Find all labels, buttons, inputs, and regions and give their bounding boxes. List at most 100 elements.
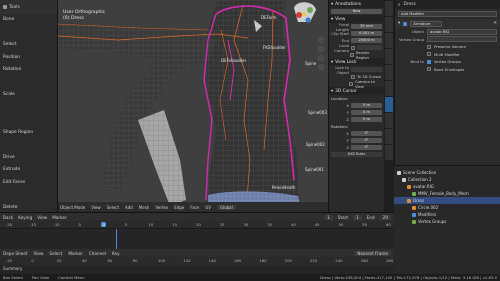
dopesheet-channel-menu[interactable]: Channel xyxy=(89,251,106,256)
vertex-groups-label: Vertex Groups xyxy=(434,59,461,65)
tool-item[interactable]: Extrude xyxy=(0,164,57,177)
playhead[interactable] xyxy=(116,229,117,249)
dopesheet-view-menu[interactable]: View xyxy=(33,251,43,256)
rotation-z-field[interactable]: 0° xyxy=(351,144,382,151)
outliner-item[interactable]: avatar.RIG xyxy=(394,183,500,190)
menu-mesh[interactable]: Mesh xyxy=(139,205,150,210)
add-modifier-dropdown[interactable]: Add Modifier xyxy=(398,11,497,17)
clip-start-field[interactable]: 0.001 m xyxy=(351,30,382,37)
annotation-new-button[interactable]: New xyxy=(331,8,382,15)
menu-view[interactable]: View xyxy=(91,205,101,210)
menu-uv[interactable]: UV xyxy=(205,205,211,210)
tool-item[interactable]: Rotation xyxy=(0,64,57,77)
particles-tab[interactable] xyxy=(385,113,393,128)
tool-item[interactable]: Drive xyxy=(0,152,57,165)
location-z-field[interactable]: 0 m xyxy=(351,116,382,123)
tool-item[interactable] xyxy=(0,102,57,115)
dopesheet-ruler[interactable]: -20 0 20 40 60 80 100 120 140 160 180 200 220 240 260 2… xyxy=(0,257,394,265)
outliner-item[interactable]: Collection 2 xyxy=(394,176,500,183)
menu-edge[interactable]: Edge xyxy=(174,205,184,210)
clip-end-field[interactable]: 20000 m xyxy=(351,37,382,44)
location-x-field[interactable]: 0 m xyxy=(351,102,382,109)
tool-tab[interactable] xyxy=(385,1,393,16)
outliner-item[interactable]: MMV_Female_Body_Mesh xyxy=(394,190,500,197)
timeline-view-menu[interactable]: View xyxy=(37,215,47,220)
rotation-x-field[interactable]: 0° xyxy=(351,130,382,137)
modifier-tab[interactable] xyxy=(385,97,393,112)
tool-item[interactable]: Select xyxy=(0,39,57,52)
dopesheet-marker-menu[interactable]: Marker xyxy=(68,251,82,256)
transform-orientation-dropdown[interactable]: Global xyxy=(216,204,236,210)
start-label: Start xyxy=(337,214,349,220)
menu-vertex[interactable]: Vertex xyxy=(155,205,168,210)
frame-tick-label: 260 xyxy=(360,258,368,263)
frame-tick-label: 25 xyxy=(219,222,225,227)
nearest-frame-dropdown[interactable]: Nearest Frame xyxy=(354,250,391,256)
outliner-item[interactable]: Dress xyxy=(394,197,500,204)
tool-item[interactable] xyxy=(0,77,57,90)
timeline-back-button[interactable]: Back xyxy=(3,215,13,220)
vertex-groups-checkbox[interactable] xyxy=(427,59,431,64)
dopesheet-key-menu[interactable]: Key xyxy=(112,251,120,256)
local-camera-checkbox[interactable] xyxy=(351,45,355,50)
render-tab[interactable] xyxy=(385,17,393,32)
bone-envelopes-checkbox[interactable] xyxy=(427,67,431,72)
tool-item[interactable]: Bone xyxy=(0,14,57,27)
scene-tab[interactable] xyxy=(385,49,393,64)
annotations-section[interactable]: ▾ Annotations xyxy=(329,0,384,8)
rotation-y-field[interactable]: 0° xyxy=(351,137,382,144)
menu-face[interactable]: Face xyxy=(190,205,199,210)
tool-item[interactable]: Edit Faces xyxy=(0,177,57,190)
focal-length-field[interactable]: 35 mm xyxy=(351,23,382,30)
frame-tick-label: 120 xyxy=(183,258,191,263)
start-frame-field[interactable]: 1 xyxy=(353,214,362,220)
outliner-item[interactable]: Scene Collection xyxy=(394,169,500,176)
rotation-mode-dropdown[interactable]: XYZ Euler xyxy=(331,151,382,158)
timeline-marker-menu[interactable]: Marker xyxy=(52,215,66,220)
tool-icon xyxy=(3,5,7,9)
multi-modifier-checkbox[interactable] xyxy=(427,52,431,57)
menu-select[interactable]: Select xyxy=(107,205,119,210)
frame-tick-label: 0 xyxy=(31,258,34,263)
lock-to-object-field[interactable] xyxy=(351,66,382,73)
frame-ruler[interactable]: -20 -15 -10 -5 0 5 10 15 20 25 30 35 40 45 50 55 60 xyxy=(0,221,394,229)
close-icon[interactable]: ✕ xyxy=(493,21,497,26)
location-y-field[interactable]: 0 m xyxy=(351,109,382,116)
outliner-item[interactable]: Modifiers xyxy=(394,211,500,218)
modifier-name-field[interactable]: Armature xyxy=(410,20,443,27)
data-tab[interactable] xyxy=(385,145,393,160)
object-tab[interactable] xyxy=(385,81,393,96)
annotations-label: Annotations xyxy=(335,1,361,7)
current-frame-field[interactable]: 1 xyxy=(324,214,333,220)
summary-row[interactable]: Summary xyxy=(0,265,394,271)
frame-tick-label: 60 xyxy=(107,258,113,263)
timeline-track[interactable] xyxy=(0,229,394,249)
tool-item[interactable] xyxy=(0,27,57,40)
render-region-checkbox[interactable] xyxy=(349,52,354,57)
outliner-item[interactable]: Vertex Groups xyxy=(394,218,500,225)
tool-item[interactable]: Position xyxy=(0,52,57,65)
tool-item[interactable] xyxy=(0,114,57,127)
output-tab[interactable] xyxy=(385,33,393,48)
tool-item[interactable] xyxy=(0,139,57,152)
end-frame-field[interactable]: 20 xyxy=(379,214,391,220)
world-tab[interactable] xyxy=(385,65,393,80)
tool-item[interactable]: Shape Region xyxy=(0,127,57,140)
keying-menu[interactable]: Keying xyxy=(18,215,32,220)
dopesheet-editor-type[interactable]: Dope Sheet xyxy=(3,251,27,256)
tool-item[interactable] xyxy=(0,189,57,202)
dopesheet-select-menu[interactable]: Select xyxy=(49,251,62,256)
preserve-volume-checkbox[interactable] xyxy=(427,44,431,49)
tool-item[interactable]: Scale xyxy=(0,89,57,102)
3d-viewport[interactable]: User Orthographic (0) Dress FKShoulder D… xyxy=(58,0,328,212)
physics-tab[interactable] xyxy=(385,129,393,144)
viewport-title: User Orthographic (0) Dress xyxy=(63,10,105,22)
tool-panel-header[interactable]: Tools xyxy=(0,0,57,14)
outliner-item-icon xyxy=(402,177,406,182)
outliner-item[interactable]: Circle.002 xyxy=(394,204,500,211)
armature-object-field[interactable]: avatar.RIG xyxy=(427,28,497,35)
vertex-group-field[interactable] xyxy=(427,36,497,43)
camera-to-view-checkbox[interactable] xyxy=(349,81,353,86)
menu-object-mode[interactable]: Object Mode xyxy=(60,205,85,210)
menu-add[interactable]: Add xyxy=(125,205,133,210)
